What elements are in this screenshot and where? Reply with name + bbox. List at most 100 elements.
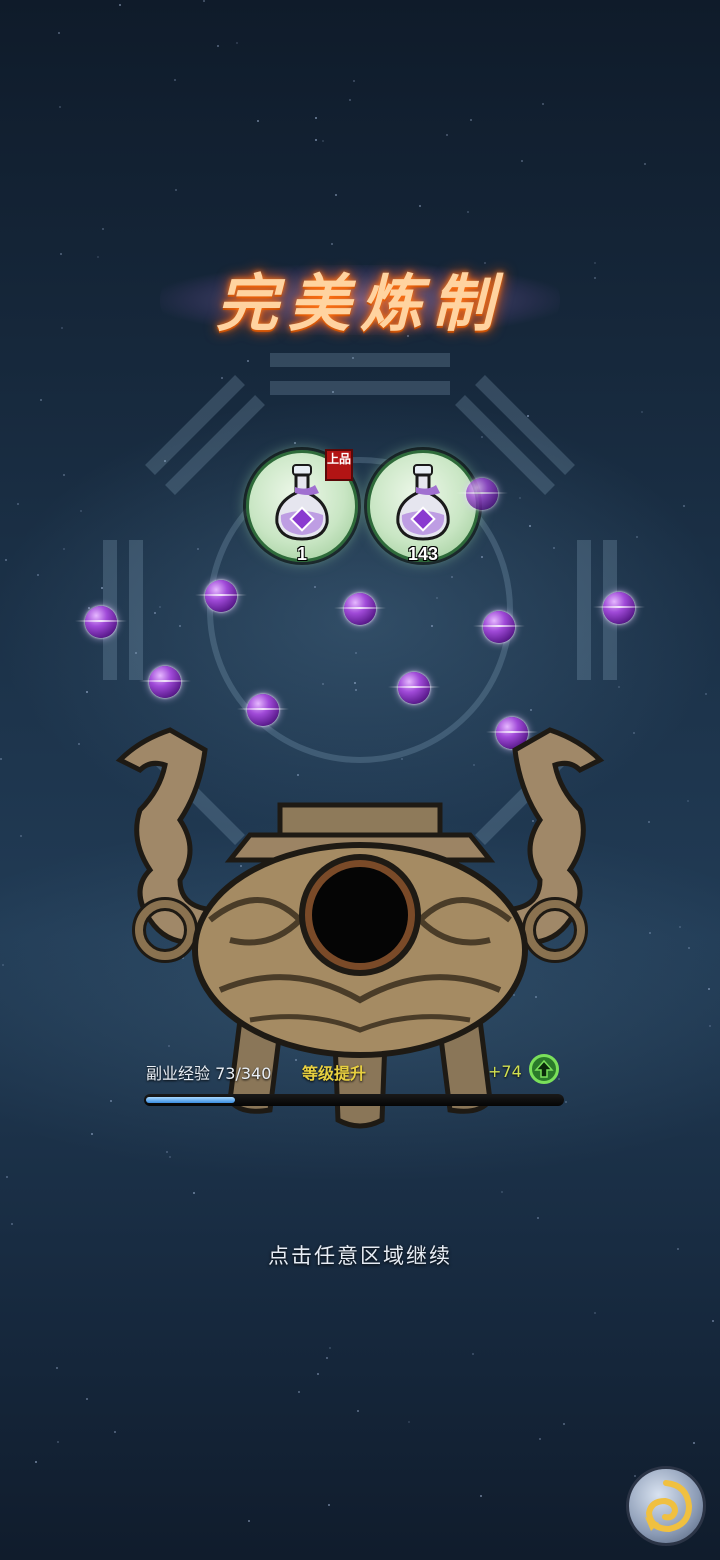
side-job-experience-row: 副业经验 73/340 等级提升 +74 xyxy=(146,1054,576,1084)
spirit-orb xyxy=(334,593,386,625)
item-count: 143 xyxy=(407,544,439,564)
reward-item-1[interactable]: 上品 1 xyxy=(246,449,358,564)
star xyxy=(563,1423,565,1425)
star xyxy=(649,932,651,934)
experience-gain: +74 xyxy=(488,1062,522,1081)
star xyxy=(63,474,65,476)
star xyxy=(315,117,317,119)
quality-badge: 上品 xyxy=(325,449,353,481)
star xyxy=(542,103,544,105)
star xyxy=(102,228,104,230)
star xyxy=(61,327,63,329)
star xyxy=(5,559,7,561)
star xyxy=(257,120,259,122)
star xyxy=(35,1461,37,1463)
item-count: 1 xyxy=(296,544,307,564)
auto-continue-button[interactable] xyxy=(626,1466,706,1546)
spirit-orb xyxy=(593,592,645,624)
spirit-orb xyxy=(388,672,440,704)
star xyxy=(712,1320,714,1322)
star xyxy=(328,1504,330,1506)
star xyxy=(322,140,324,142)
star xyxy=(59,106,61,108)
star xyxy=(169,1156,171,1158)
swirl-icon xyxy=(645,1480,693,1533)
star xyxy=(446,134,448,136)
star xyxy=(20,835,22,837)
star xyxy=(0,758,2,760)
spirit-orb xyxy=(473,611,525,643)
page-title: 完美炼制 xyxy=(215,267,504,340)
star xyxy=(357,1410,359,1412)
star xyxy=(248,1520,250,1522)
star xyxy=(470,119,472,121)
level-up-arrow-icon xyxy=(529,1054,559,1084)
star xyxy=(329,1347,331,1349)
star xyxy=(97,256,99,258)
star xyxy=(298,1391,300,1393)
star xyxy=(17,503,19,505)
result-title-banner: 完美炼制 xyxy=(160,245,560,345)
experience-label: 副业经验 73/340 xyxy=(146,1064,272,1083)
star xyxy=(708,988,710,990)
star xyxy=(40,399,42,401)
star xyxy=(709,1025,711,1027)
star xyxy=(419,205,421,207)
star xyxy=(688,947,690,949)
star xyxy=(315,139,317,141)
star xyxy=(326,1357,328,1359)
spirit-orb xyxy=(75,606,127,638)
star xyxy=(408,1421,410,1423)
star xyxy=(644,163,646,165)
level-up-text: 等级提升 xyxy=(302,1064,367,1083)
star xyxy=(467,211,469,213)
star xyxy=(472,1353,474,1355)
spirit-orb xyxy=(195,580,247,612)
star xyxy=(317,1373,319,1375)
star xyxy=(236,42,238,44)
star xyxy=(679,926,681,928)
star xyxy=(57,1441,59,1443)
star xyxy=(91,1133,93,1135)
star xyxy=(86,1398,88,1400)
star xyxy=(539,1438,541,1440)
star xyxy=(174,79,176,81)
star xyxy=(60,253,62,255)
star xyxy=(203,0,205,2)
star xyxy=(349,99,351,101)
star xyxy=(217,45,219,47)
star xyxy=(594,262,596,264)
spirit-orb xyxy=(456,478,508,510)
star xyxy=(521,160,523,162)
star xyxy=(683,505,685,507)
star xyxy=(166,1151,168,1153)
spirit-orb xyxy=(139,666,191,698)
star xyxy=(63,548,65,550)
experience-progress-fill xyxy=(146,1097,235,1103)
star xyxy=(175,189,177,191)
experience-progress-bar xyxy=(144,1094,564,1106)
star xyxy=(37,574,39,576)
star xyxy=(193,1192,195,1194)
star xyxy=(537,1217,539,1219)
star xyxy=(594,1312,596,1314)
star xyxy=(353,80,355,82)
star xyxy=(501,1191,503,1193)
star xyxy=(687,800,689,802)
star xyxy=(114,1431,116,1433)
star xyxy=(56,1367,58,1369)
star xyxy=(6,1176,8,1178)
purple-potion-bottle-icon xyxy=(396,464,450,541)
star xyxy=(480,1495,482,1497)
star xyxy=(634,1475,636,1477)
star xyxy=(335,194,337,196)
star xyxy=(119,4,121,6)
star xyxy=(58,32,60,34)
reward-item-2[interactable]: 143 xyxy=(367,450,479,564)
star xyxy=(705,693,707,695)
tap-to-continue-hint[interactable]: 点击任意区域继续 xyxy=(0,1240,720,1270)
star xyxy=(594,277,596,279)
star xyxy=(2,964,4,966)
star xyxy=(11,1223,13,1225)
star xyxy=(693,1442,695,1444)
